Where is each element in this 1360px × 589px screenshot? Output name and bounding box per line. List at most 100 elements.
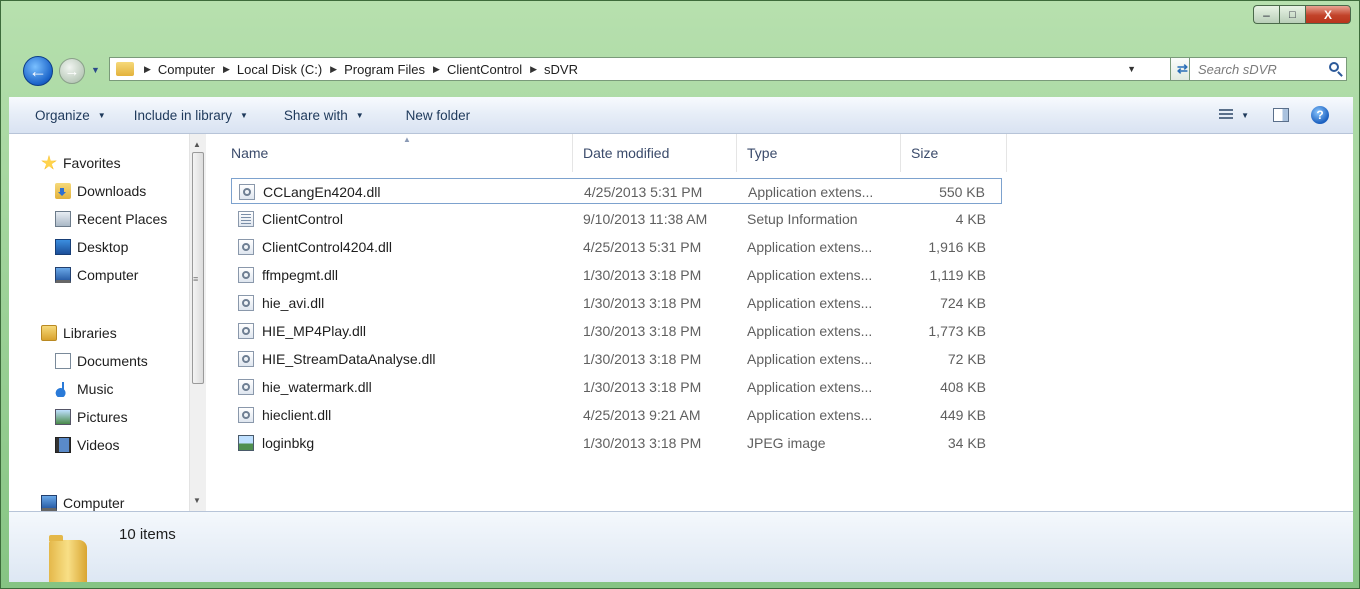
search-icon[interactable] (1329, 62, 1339, 72)
table-row[interactable]: hie_watermark.dll 1/30/2013 3:18 PM Appl… (231, 374, 1002, 400)
jpeg-image-icon (238, 435, 254, 451)
nav-downloads[interactable]: Downloads (55, 180, 146, 202)
column-header-type[interactable]: Type (737, 134, 901, 172)
scroll-down-icon[interactable]: ▼ (193, 496, 201, 505)
table-row[interactable]: ClientControl 9/10/2013 11:38 AM Setup I… (231, 206, 1002, 232)
table-row[interactable]: loginbkg 1/30/2013 3:18 PM JPEG image 34… (231, 430, 1002, 456)
desktop-icon (55, 239, 71, 255)
table-row[interactable]: ffmpegmt.dll 1/30/2013 3:18 PM Applicati… (231, 262, 1002, 288)
dll-file-icon (238, 267, 254, 283)
preview-pane-icon[interactable] (1273, 108, 1289, 122)
file-type: Application extens... (747, 295, 873, 311)
file-size: 408 KB (940, 379, 986, 395)
back-button[interactable]: ← (23, 56, 53, 86)
table-row[interactable]: HIE_StreamDataAnalyse.dll 1/30/2013 3:18… (231, 346, 1002, 372)
nav-pane-scrollbar[interactable]: ▲ ≡ ▼ (189, 134, 206, 511)
organize-button[interactable]: Organize ▼ (9, 97, 120, 133)
close-button[interactable]: X (1305, 5, 1351, 24)
chevron-down-icon[interactable]: ▼ (1241, 111, 1249, 120)
search-input[interactable]: Search sDVR (1189, 57, 1347, 81)
arrow-left-icon: ← (29, 60, 47, 81)
folder-icon (116, 62, 134, 76)
file-type: Application extens... (747, 407, 873, 423)
dll-file-icon (238, 379, 254, 395)
breadcrumb-program-files[interactable]: Program Files (344, 62, 425, 77)
chevron-down-icon: ▼ (355, 110, 364, 120)
file-type: Application extens... (747, 267, 873, 283)
file-date: 1/30/2013 3:18 PM (583, 295, 702, 311)
documents-icon (55, 353, 71, 369)
file-date: 1/30/2013 3:18 PM (583, 323, 702, 339)
breadcrumb-sdvr[interactable]: sDVR (544, 62, 578, 77)
file-type: Application extens... (747, 379, 873, 395)
nav-recent-places[interactable]: Recent Places (55, 208, 167, 230)
include-in-library-button[interactable]: Include in library ▼ (120, 97, 262, 133)
minimize-button[interactable]: – (1253, 5, 1279, 24)
share-with-button[interactable]: Share with ▼ (262, 97, 378, 133)
content-area: Favorites Downloads Recent Places Deskto… (9, 134, 1353, 511)
computer-icon (55, 267, 71, 283)
file-name: ClientControl (262, 211, 343, 227)
window-controls: – □ X (1253, 5, 1351, 24)
breadcrumb-local-disk[interactable]: Local Disk (C:) (237, 62, 322, 77)
scroll-up-icon[interactable]: ▲ (193, 140, 201, 149)
new-folder-button[interactable]: New folder (378, 97, 485, 133)
breadcrumb-separator-icon[interactable]: ▶ (433, 64, 440, 75)
nav-desktop[interactable]: Desktop (55, 236, 128, 258)
breadcrumb-separator-icon[interactable]: ▶ (223, 64, 230, 75)
file-size: 550 KB (939, 184, 985, 200)
dll-file-icon (239, 184, 255, 200)
table-row[interactable]: HIE_MP4Play.dll 1/30/2013 3:18 PM Applic… (231, 318, 1002, 344)
nav-libraries[interactable]: Libraries (41, 322, 117, 344)
file-list: Name ▲ Date modified Type Size CCLangEn42… (221, 134, 1353, 511)
file-size: 4 KB (955, 211, 986, 227)
nav-documents[interactable]: Documents (55, 350, 148, 372)
scrollbar-thumb[interactable] (192, 152, 204, 384)
table-row[interactable]: hieclient.dll 4/25/2013 9:21 AM Applicat… (231, 402, 1002, 428)
file-type: Application extens... (748, 184, 874, 200)
nav-pictures[interactable]: Pictures (55, 406, 128, 428)
recent-places-icon (55, 211, 71, 227)
downloads-folder-icon (55, 183, 71, 199)
address-bar[interactable]: ▶ Computer ▶ Local Disk (C:) ▶ Program F… (109, 57, 1171, 81)
nav-music[interactable]: Music (55, 378, 114, 400)
maximize-button[interactable]: □ (1279, 5, 1305, 24)
table-row[interactable]: hie_avi.dll 1/30/2013 3:18 PM Applicatio… (231, 290, 1002, 316)
dll-file-icon (238, 239, 254, 255)
table-row[interactable]: ClientControl4204.dll 4/25/2013 5:31 PM … (231, 234, 1002, 260)
forward-button[interactable]: → (59, 58, 85, 84)
nav-favorites[interactable]: Favorites (41, 152, 121, 174)
music-icon (55, 381, 71, 397)
scrollbar-grip-icon: ≡ (193, 274, 199, 284)
breadcrumb-separator-icon[interactable]: ▶ (530, 64, 537, 75)
help-icon[interactable]: ? (1311, 106, 1329, 124)
nav-computer-favorite[interactable]: Computer (55, 264, 138, 286)
column-header-size[interactable]: Size (901, 134, 1007, 172)
file-name: CCLangEn4204.dll (263, 184, 381, 200)
file-date: 9/10/2013 11:38 AM (583, 211, 708, 227)
breadcrumb-computer[interactable]: Computer (158, 62, 215, 77)
file-name: ClientControl4204.dll (262, 239, 392, 255)
file-size: 34 KB (947, 435, 986, 451)
column-header-name[interactable]: Name ▲ (221, 134, 573, 172)
recent-pages-dropdown[interactable]: ▼ (91, 65, 101, 77)
breadcrumb-separator-icon[interactable]: ▶ (144, 64, 151, 75)
item-count: 10 items (119, 526, 176, 543)
breadcrumb-separator-icon[interactable]: ▶ (330, 64, 337, 75)
column-header-date-modified[interactable]: Date modified (573, 134, 737, 172)
breadcrumb-clientcontrol[interactable]: ClientControl (447, 62, 522, 77)
nav-videos[interactable]: Videos (55, 434, 120, 456)
table-row[interactable]: CCLangEn4204.dll 4/25/2013 5:31 PM Appli… (231, 178, 1002, 204)
file-size: 1,773 KB (928, 323, 986, 339)
change-view-icon[interactable] (1219, 109, 1234, 121)
file-date: 4/25/2013 5:31 PM (584, 184, 703, 200)
dll-file-icon (238, 323, 254, 339)
dll-file-icon (238, 351, 254, 367)
navigation-pane: Favorites Downloads Recent Places Deskto… (9, 134, 206, 511)
file-size: 449 KB (940, 407, 986, 423)
file-size: 1,119 KB (929, 267, 986, 283)
address-history-dropdown-icon[interactable]: ▼ (1127, 64, 1136, 74)
pictures-icon (55, 409, 71, 425)
file-type: Application extens... (747, 351, 873, 367)
details-pane: 10 items (9, 511, 1353, 582)
